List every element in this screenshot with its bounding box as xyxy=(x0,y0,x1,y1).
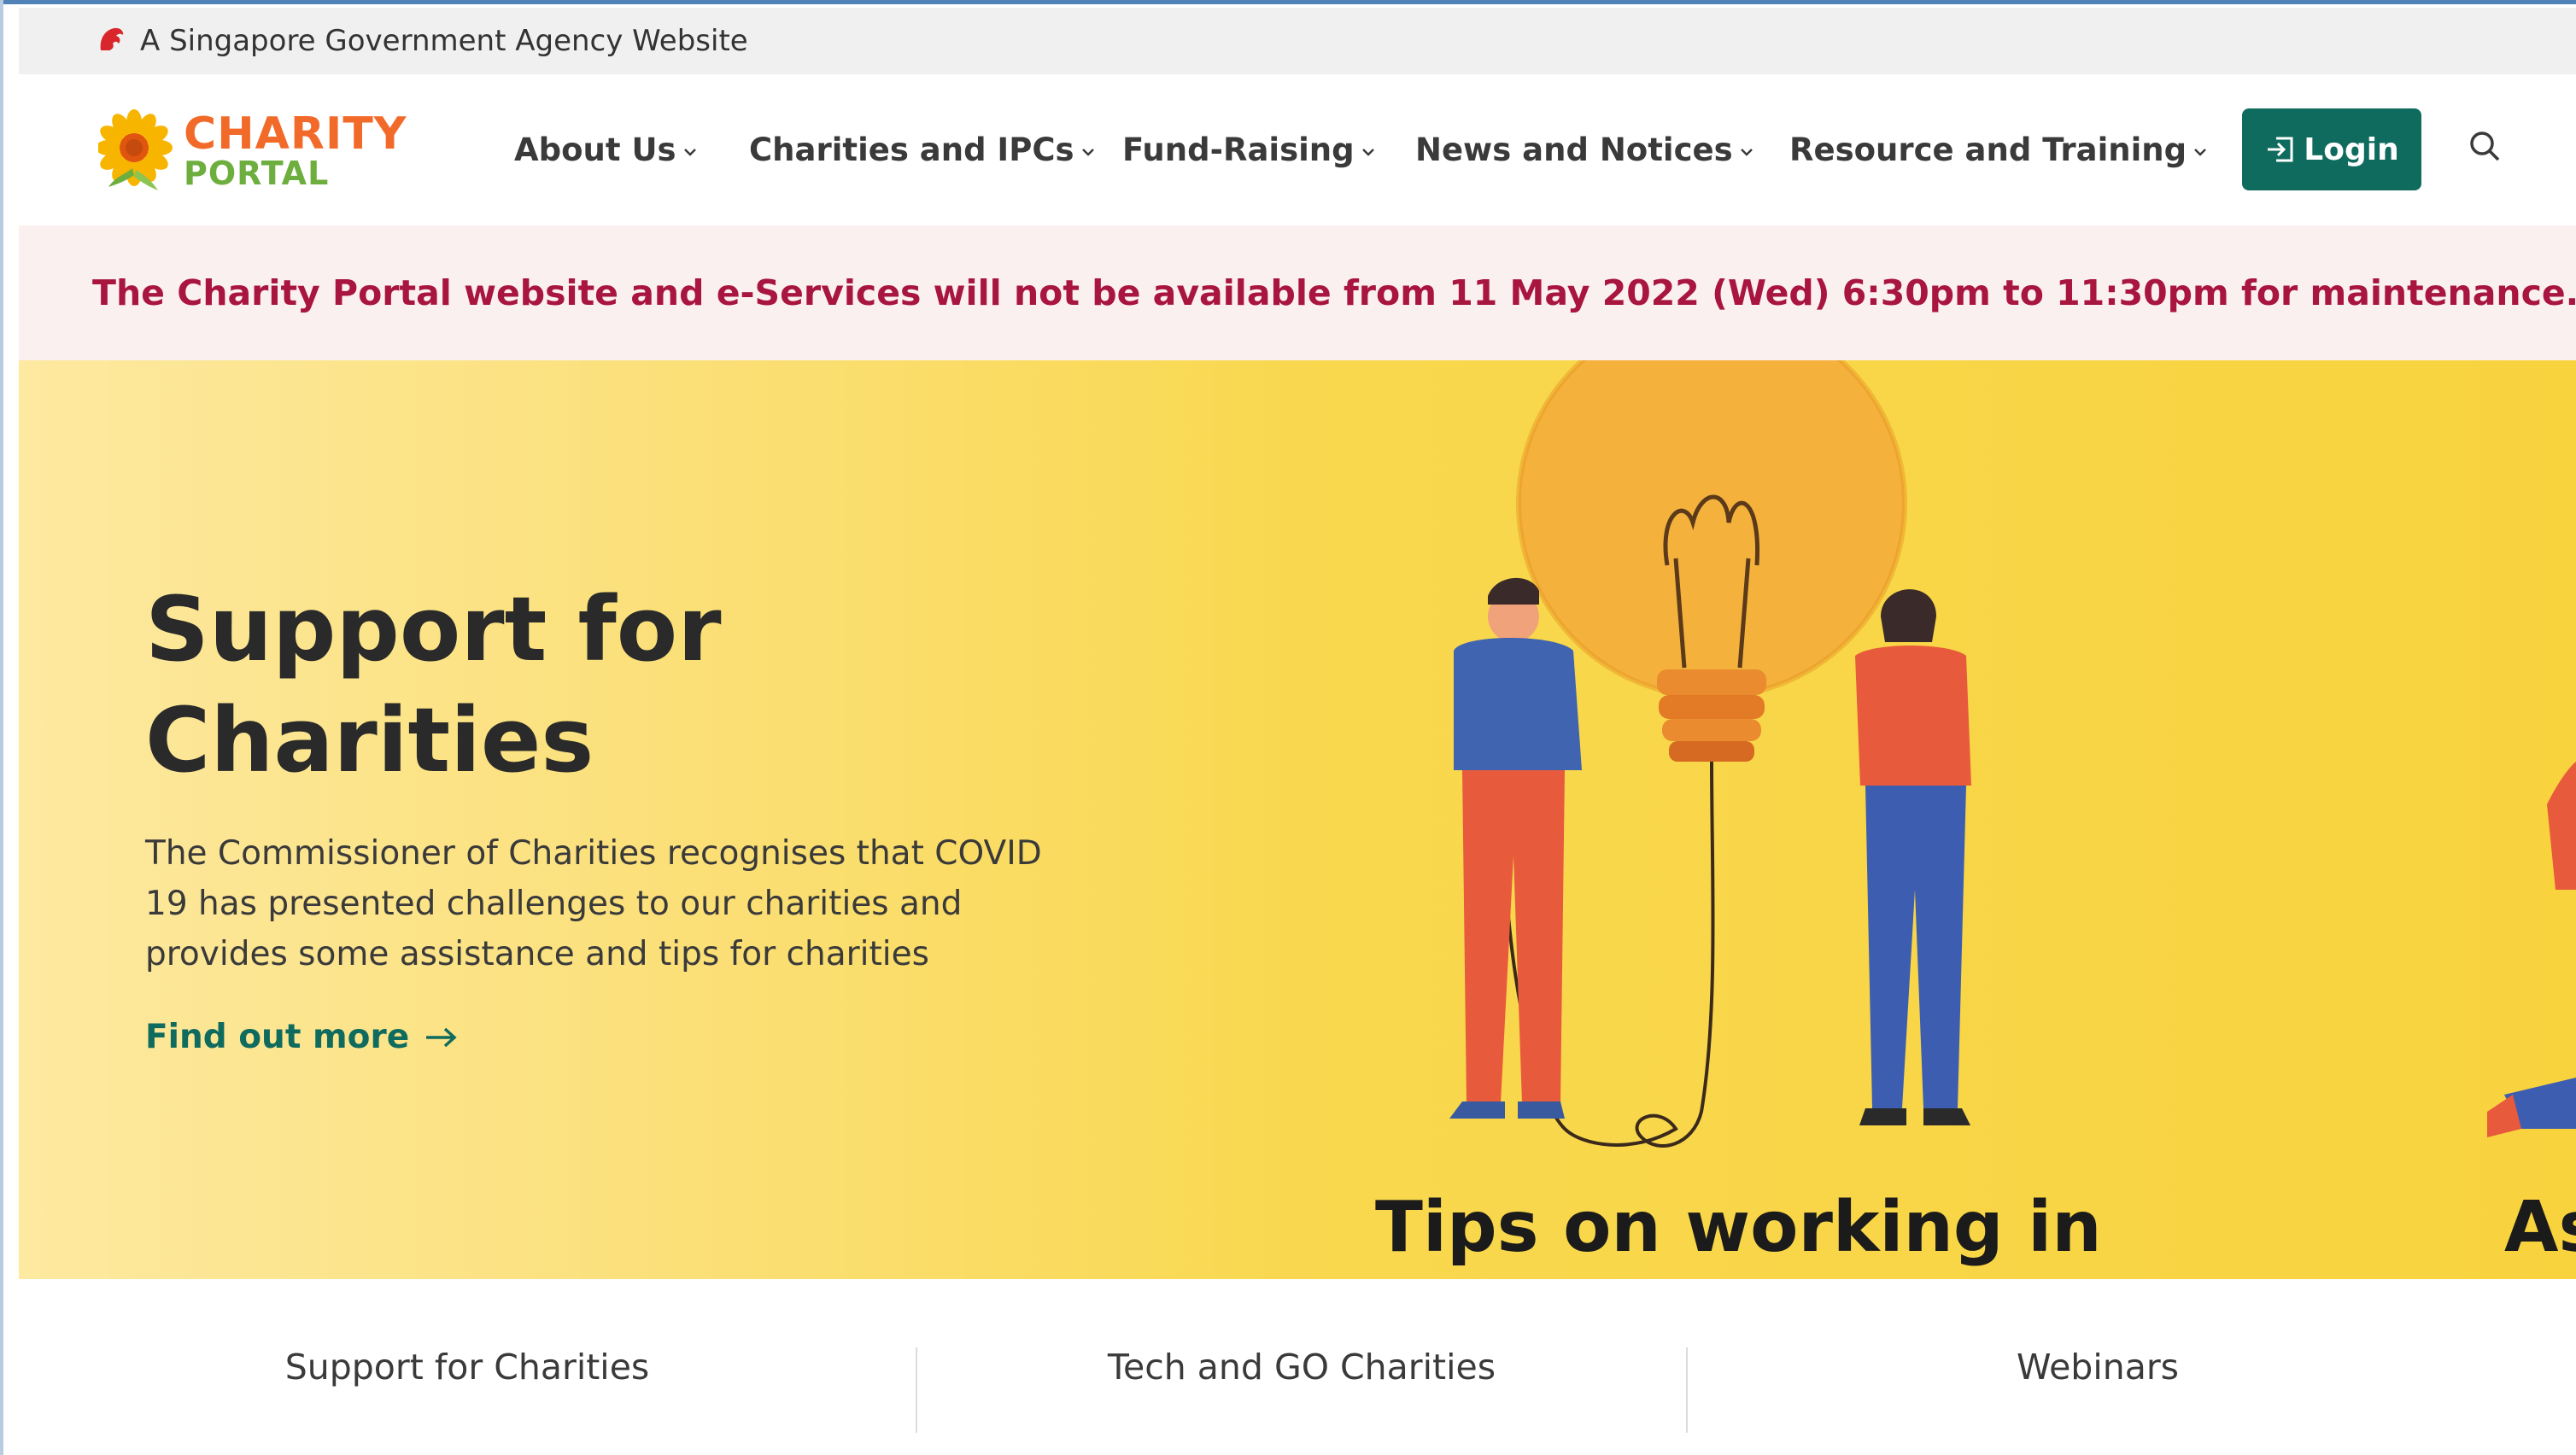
hero-title-line-1: Support for xyxy=(145,577,722,681)
carousel-tabs: Support for Charities Tech and GO Charit… xyxy=(19,1279,2576,1455)
nav-fund-raising[interactable]: Fund-Raising xyxy=(1122,126,1377,173)
maintenance-notice-banner: The Charity Portal website and e-Service… xyxy=(19,225,2576,360)
nav-news-and-notices[interactable]: News and Notices xyxy=(1415,126,1755,173)
tab-label: Webinars xyxy=(2016,1347,2180,1388)
chevron-down-icon xyxy=(1361,149,1374,156)
chevron-down-icon xyxy=(683,149,696,156)
hero-title: Support for Charities xyxy=(145,574,914,796)
tab-tech-and-go-charities[interactable]: Tech and GO Charities xyxy=(917,1279,1686,1455)
search-icon[interactable] xyxy=(2466,127,2505,167)
nav-label: About Us xyxy=(514,131,676,168)
slide-caption: Tips on working in xyxy=(1375,1187,2102,1268)
login-label: Login xyxy=(2304,131,2399,167)
hero-carousel: Support for Charities The Commissioner o… xyxy=(19,360,2576,1279)
nav-label: News and Notices xyxy=(1415,131,1733,168)
nav-charities-and-ipcs[interactable]: Charities and IPCs xyxy=(749,126,1097,173)
find-out-more-label: Find out more xyxy=(145,1018,410,1056)
find-out-more-link[interactable]: Find out more xyxy=(145,1018,459,1056)
next-slide-caption: As xyxy=(2504,1187,2576,1268)
chevron-down-icon xyxy=(1740,149,1753,156)
masthead-text: A Singapore Government Agency Website xyxy=(140,24,748,58)
logo-text-charity: CHARITY xyxy=(184,108,407,160)
chevron-down-icon xyxy=(2194,149,2207,156)
hero-title-line-2: Charities xyxy=(145,688,594,792)
lion-head-icon xyxy=(100,27,124,50)
login-icon xyxy=(2268,137,2293,162)
site-header: CHARITY PORTAL About Us Charities and IP… xyxy=(19,74,2576,225)
charity-portal-logo[interactable]: CHARITY PORTAL xyxy=(98,108,448,194)
logo-text-portal: PORTAL xyxy=(184,155,330,192)
page: A Singapore Government Agency Website CH… xyxy=(0,0,2576,1455)
nav-label: Charities and IPCs xyxy=(749,131,1074,168)
hero-description: The Commissioner of Charities recognises… xyxy=(145,834,1042,973)
tab-webinars[interactable]: Webinars xyxy=(1688,1279,2508,1455)
tab-label: Tech and GO Charities xyxy=(1107,1347,1496,1388)
arrow-right-icon xyxy=(426,1027,457,1047)
nav-label: Fund-Raising xyxy=(1122,131,1355,168)
nav-about-us[interactable]: About Us xyxy=(514,126,699,173)
tab-support-for-charities[interactable]: Support for Charities xyxy=(19,1279,916,1455)
nav-resource-and-training[interactable]: Resource and Training xyxy=(1789,126,2209,173)
nav-label: Resource and Training xyxy=(1789,131,2187,168)
tab-label: Support for Charities xyxy=(284,1347,650,1388)
window-left-border xyxy=(0,0,3,1455)
chevron-down-icon xyxy=(1081,149,1094,156)
maintenance-notice-text: The Charity Portal website and e-Service… xyxy=(92,272,2576,313)
government-masthead: A Singapore Government Agency Website xyxy=(19,8,2576,74)
login-button[interactable]: Login xyxy=(2242,108,2421,190)
window-top-border xyxy=(0,0,2576,4)
sunflower-logo-icon xyxy=(98,109,173,190)
hero-illustration xyxy=(1449,360,2576,1148)
